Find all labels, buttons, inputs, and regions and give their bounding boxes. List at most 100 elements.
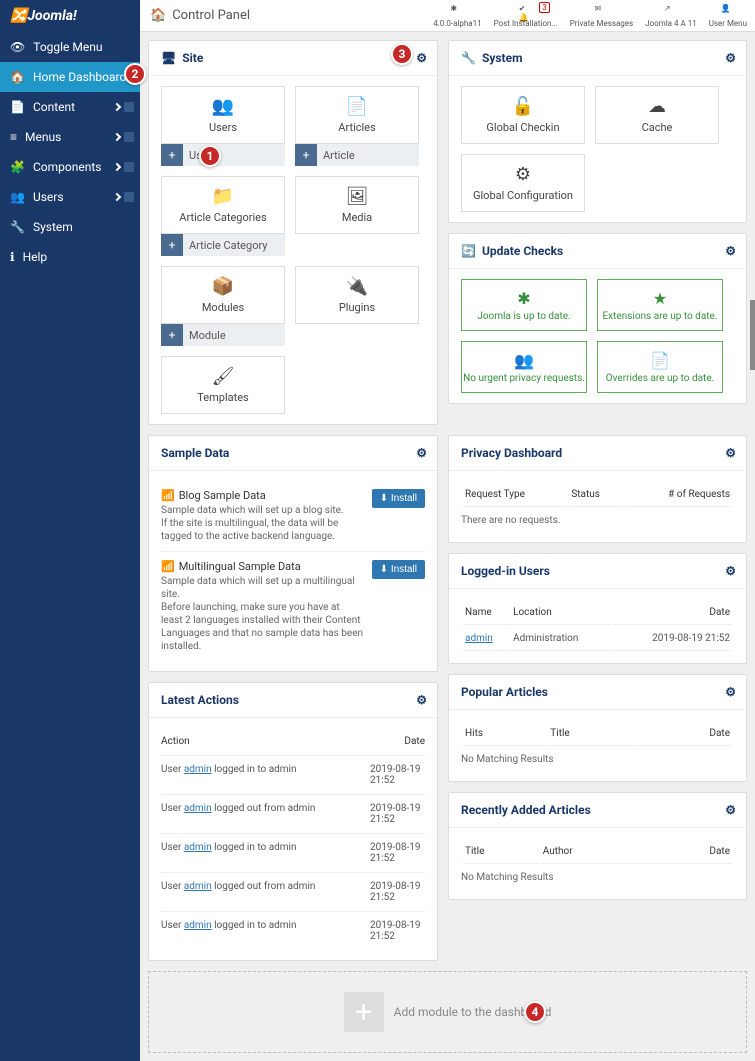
gear-icon[interactable]: ⚙ <box>725 564 736 578</box>
action-text: User admin logged in to admin <box>161 842 297 864</box>
system-card-header: 🔧 System ⚙ <box>449 41 746 76</box>
privacy-empty: There are no requests. <box>461 509 734 532</box>
action-date: 2019-08-19 21:52 <box>370 920 425 942</box>
status-tile[interactable]: 📄Overrides are up to date. <box>597 341 723 393</box>
sidebar-item-label: Content <box>33 100 75 114</box>
quickadd-label: Article <box>317 144 419 166</box>
top-icon-label: Private Messages <box>570 19 633 28</box>
install-button[interactable]: ⬇ Install <box>372 489 425 508</box>
top-icon-label: 4.0.0-alpha11 <box>433 19 481 28</box>
quickadd-label: Article Category <box>183 234 285 256</box>
top-joomla-icon[interactable]: ✱4.0.0-alpha11 <box>433 4 481 28</box>
user-link[interactable]: admin <box>184 764 212 775</box>
sidebar-item-help[interactable]: ℹHelp <box>0 242 140 272</box>
tile-users[interactable]: 👥Users <box>161 86 285 144</box>
tile-articles[interactable]: 📄Articles <box>295 86 419 144</box>
check-bell-icon: ✔🔔 <box>519 4 533 18</box>
sample-title: 📶 Multilingual Sample Data <box>161 560 364 573</box>
sidebar-item-content[interactable]: 📄Content <box>0 92 140 122</box>
top-user-icon[interactable]: 👤User Menu <box>709 4 747 28</box>
expand-controls[interactable] <box>114 132 134 142</box>
tile-cache[interactable]: ☁Cache <box>595 86 719 144</box>
top-external-icon[interactable]: ↗Joomla 4 A 11 <box>645 4 697 28</box>
sidebar-item-menus[interactable]: ≡Menus <box>0 122 140 152</box>
main-content: 🖥 Site ⚙ 3 👥Users+User📄Articles+Article📁… <box>140 32 755 1061</box>
gear-icon[interactable]: ⚙ <box>725 685 736 699</box>
status-tile[interactable]: ★Extensions are up to date. <box>597 279 723 331</box>
sidebar-item-users[interactable]: 👥Users <box>0 182 140 212</box>
user-link[interactable]: admin <box>184 881 212 892</box>
quickadd-user[interactable]: +User <box>161 144 285 166</box>
action-row: User admin logged in to admin2019-08-19 … <box>161 756 425 795</box>
th: Name <box>463 601 509 625</box>
status-tile[interactable]: 👥No urgent privacy requests. <box>461 341 587 393</box>
popular-card: Popular Articles ⚙ Hits Title Date No Ma… <box>448 674 747 782</box>
status-tile[interactable]: ✱Joomla is up to date. <box>461 279 587 331</box>
tile-label: Article Categories <box>179 211 266 224</box>
list-icon: ≡ <box>10 130 17 144</box>
top-icon-label: Joomla 4 A 11 <box>645 19 697 28</box>
brand-logo[interactable]: 🔀 Joomla! <box>0 0 140 32</box>
dashboard-link-icon[interactable] <box>124 162 134 172</box>
quickadd-article[interactable]: +Article <box>295 144 419 166</box>
recent-card: Recently Added Articles ⚙ Title Author D… <box>448 792 747 900</box>
dashboard-link-icon[interactable] <box>124 192 134 202</box>
sidebar-item-home-dashboard[interactable]: 🏠Home Dashboard <box>0 62 140 92</box>
th-title: Title <box>548 722 637 746</box>
updates-card: 🔄 Update Checks ⚙ ✱Joomla is up to date.… <box>448 233 747 404</box>
td-date: 2019-08-19 21:52 <box>613 627 732 651</box>
tile-global-checkin[interactable]: 🔓Global Checkin <box>461 86 585 144</box>
user-link[interactable]: admin <box>184 920 212 931</box>
sample-row: 📶 Multilingual Sample DataSample data wh… <box>161 552 425 661</box>
top-bar: 🔀 Joomla! 🏠 Control Panel ✱4.0.0-alpha11… <box>0 0 755 32</box>
quickadd-article-category[interactable]: +Article Category <box>161 234 285 256</box>
top-icon-label: User Menu <box>709 19 747 28</box>
tile-modules[interactable]: 📦Modules <box>161 266 285 324</box>
gear-icon[interactable]: ⚙ <box>416 446 427 460</box>
gear-icon[interactable]: ⚙ <box>725 244 736 258</box>
dashboard-link-icon[interactable] <box>124 132 134 142</box>
top-check-bell-icon[interactable]: ✔🔔Post Installation...3 <box>494 4 558 28</box>
status-icon: ✱ <box>517 289 530 308</box>
add-module-button[interactable]: + Add module to the dashboard 4 <box>148 971 747 1053</box>
page-title: 🏠 Control Panel <box>140 8 260 23</box>
tile-label: Plugins <box>339 301 375 314</box>
sidebar-item-label: System <box>33 220 73 234</box>
tile-templates[interactable]: 🖌Templates <box>161 356 285 414</box>
sidebar-item-label: Users <box>33 190 64 204</box>
eye-icon: 👁 <box>10 40 25 54</box>
dashboard-link-icon[interactable] <box>124 102 134 112</box>
install-button[interactable]: ⬇ Install <box>372 560 425 579</box>
tile-article-categories[interactable]: 📁Article Categories <box>161 176 285 234</box>
callout-2: 2 <box>124 63 146 85</box>
tile-plugins[interactable]: 🔌Plugins <box>295 266 419 324</box>
site-tiles: 👥Users+User 📄Articles+Article 📁Article Cat… <box>161 86 425 414</box>
gear-icon[interactable]: ⚙ <box>416 693 427 707</box>
gear-icon[interactable]: ⚙ <box>416 51 427 65</box>
refresh-icon: 🔄 <box>461 244 476 258</box>
top-mail-icon[interactable]: ✉Private Messages <box>570 4 633 28</box>
sidebar-item-system[interactable]: 🔧System <box>0 212 140 242</box>
user-icon: 👤 <box>721 4 735 18</box>
expand-controls[interactable] <box>114 192 134 202</box>
action-row: User admin logged in to admin2019-08-19 … <box>161 912 425 950</box>
tile-global-configuration[interactable]: ⚙Global Configuration <box>461 154 585 212</box>
user-link[interactable]: admin <box>184 803 212 814</box>
popular-header: Popular Articles ⚙ <box>449 675 746 710</box>
gear-icon[interactable]: ⚙ <box>725 803 736 817</box>
expand-controls[interactable] <box>114 162 134 172</box>
gear-icon[interactable]: ⚙ <box>725 446 736 460</box>
th-status: Status <box>569 483 622 507</box>
user-link[interactable]: admin <box>465 633 493 644</box>
quickadd-module[interactable]: +Module <box>161 324 285 346</box>
sample-row: 📶 Blog Sample DataSample data which will… <box>161 481 425 552</box>
sidebar-item-components[interactable]: 🧩Components <box>0 152 140 182</box>
updates-card-header: 🔄 Update Checks ⚙ <box>449 234 746 269</box>
sidebar-item-toggle-menu[interactable]: 👁Toggle Menu <box>0 32 140 62</box>
date-header: Date <box>404 736 425 747</box>
user-link[interactable]: admin <box>184 842 212 853</box>
tile-media[interactable]: 🖼Media <box>295 176 419 234</box>
expand-controls[interactable] <box>114 102 134 112</box>
tile-icon: 🔓 <box>512 96 534 117</box>
gear-icon[interactable]: ⚙ <box>725 51 736 65</box>
